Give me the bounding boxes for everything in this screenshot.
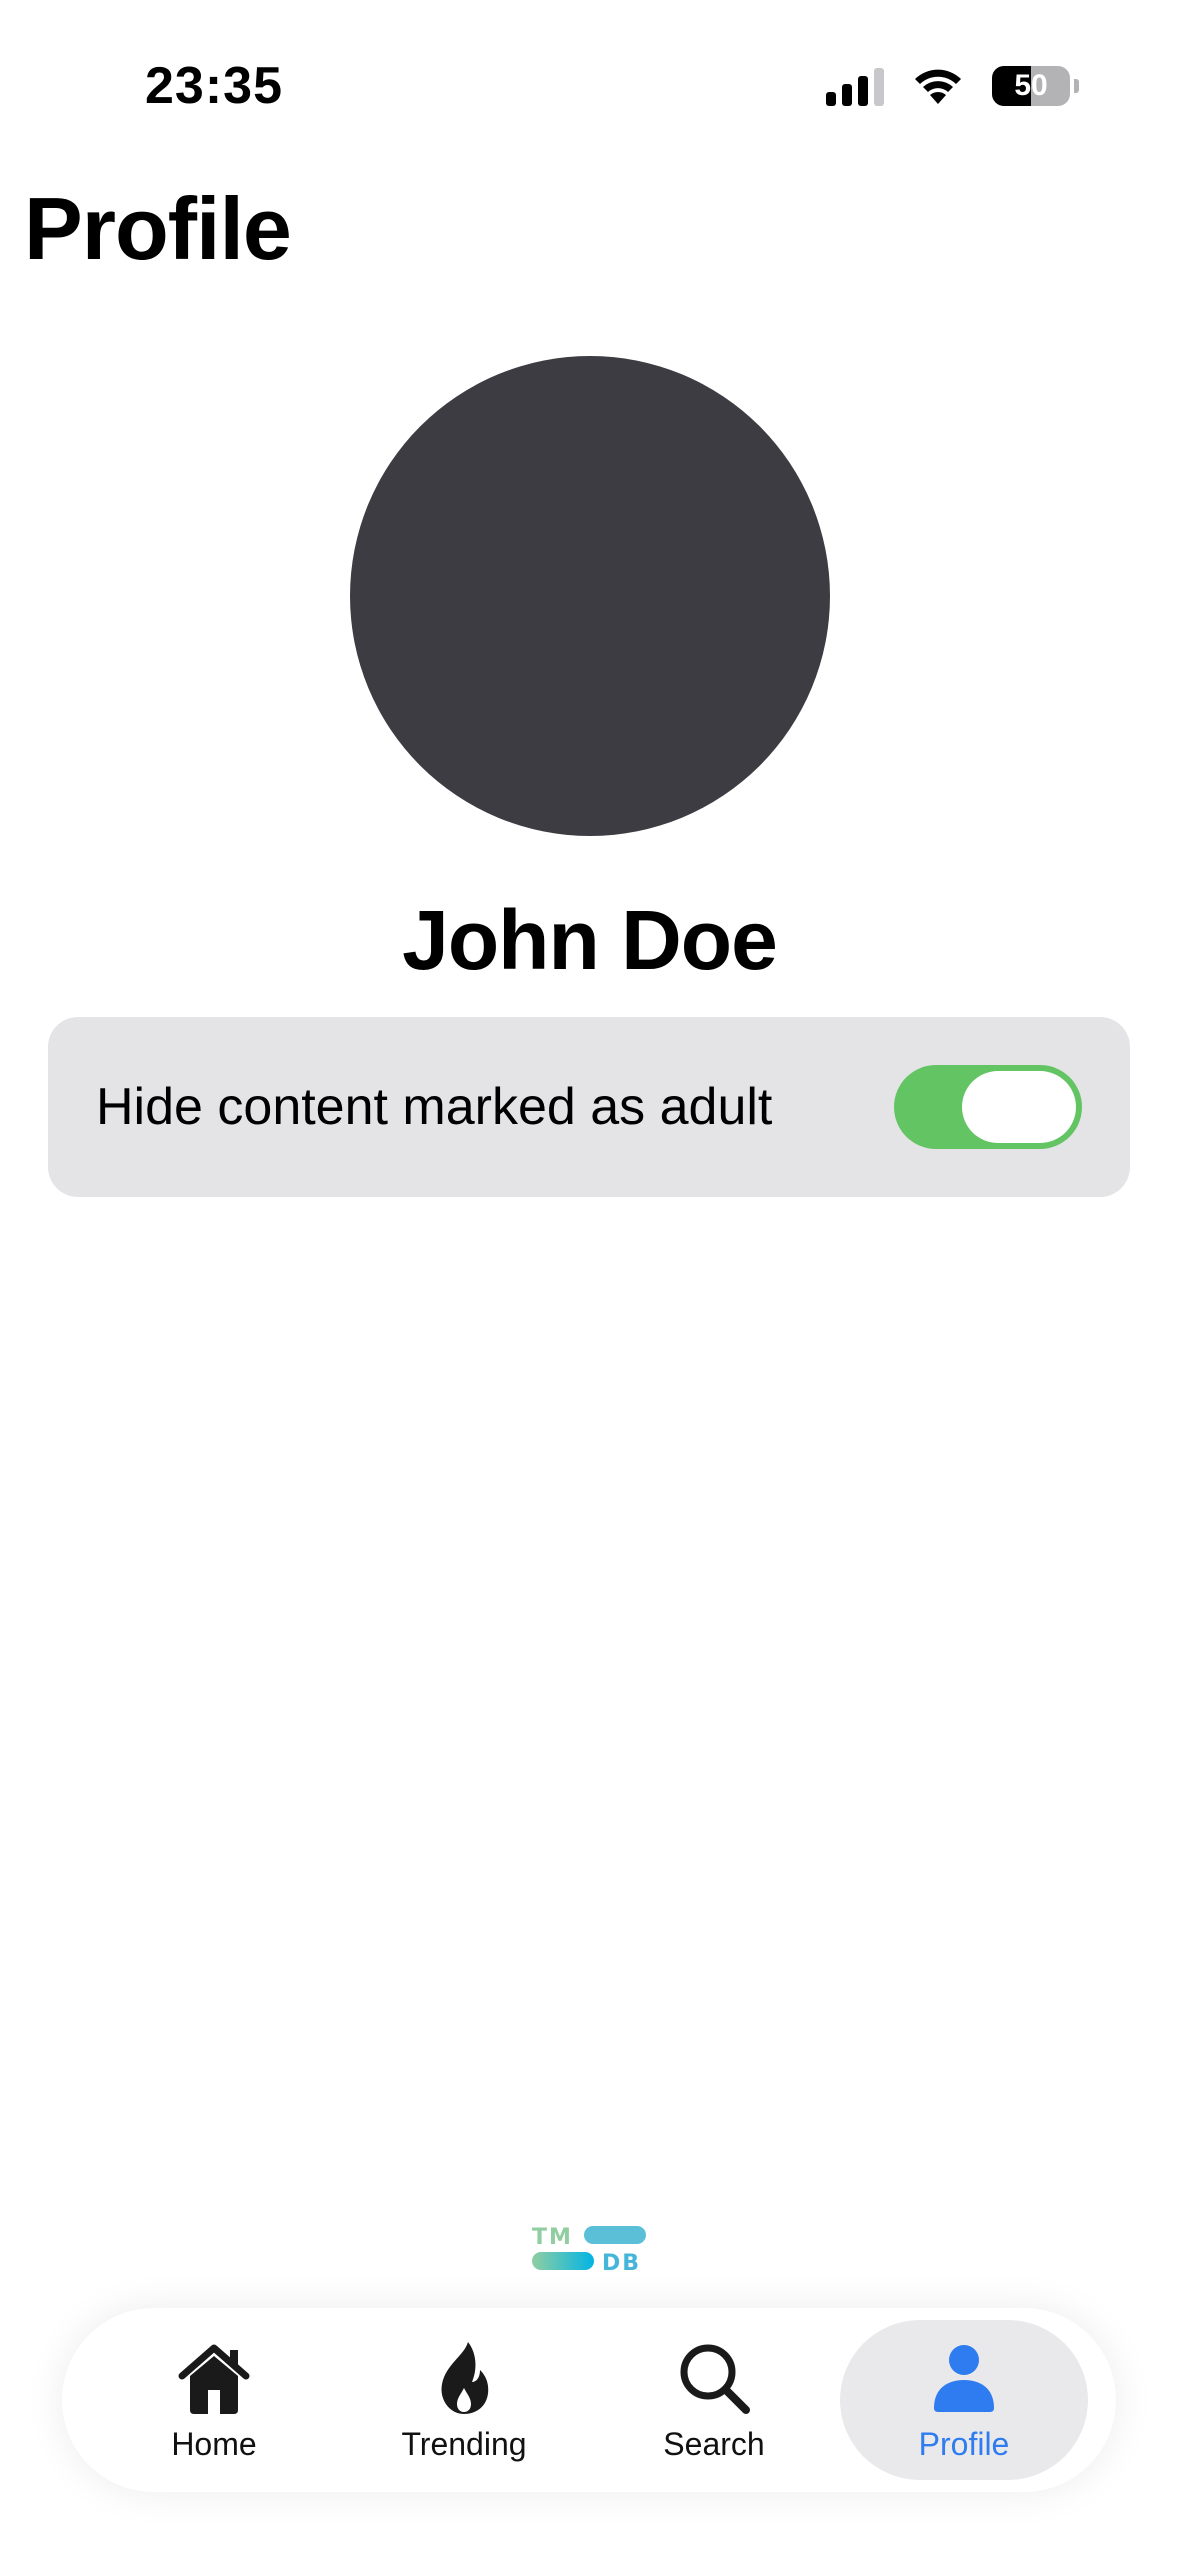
hide-adult-setting-row: Hide content marked as adult xyxy=(48,1017,1130,1197)
toggle-knob xyxy=(962,1071,1076,1143)
hide-adult-toggle[interactable] xyxy=(894,1065,1082,1149)
tab-search-label: Search xyxy=(663,2425,765,2462)
status-time: 23:35 xyxy=(145,57,283,115)
tmdb-logo: TM DB xyxy=(532,2225,646,2274)
wifi-icon xyxy=(915,69,961,104)
search-icon xyxy=(680,2344,750,2414)
page-title: Profile xyxy=(24,179,292,278)
tab-home-label: Home xyxy=(171,2425,257,2462)
battery-icon: 50 xyxy=(992,66,1070,106)
home-icon xyxy=(178,2344,250,2414)
tab-trending[interactable]: Trending xyxy=(340,2320,588,2480)
user-name: John Doe xyxy=(402,893,778,987)
tab-profile[interactable]: Profile xyxy=(840,2320,1088,2480)
hide-adult-label: Hide content marked as adult xyxy=(96,1078,773,1136)
status-indicators: 50 xyxy=(826,64,1079,108)
tab-profile-label: Profile xyxy=(918,2425,1010,2462)
tab-home[interactable]: Home xyxy=(90,2320,338,2480)
profile-screen: 23:35 50 Profile John Doe Hide content m… xyxy=(0,0,1179,2556)
tab-trending-label: Trending xyxy=(401,2425,527,2462)
tab-search[interactable]: Search xyxy=(590,2320,838,2480)
battery-level: 50 xyxy=(1014,69,1048,102)
person-icon xyxy=(934,2344,994,2412)
tab-bar: Home Trending Search Profile xyxy=(62,2308,1116,2492)
avatar[interactable] xyxy=(350,356,830,836)
tmdb-logo-top-text: TM xyxy=(532,2225,573,2250)
battery-cap xyxy=(1074,79,1079,93)
flame-icon xyxy=(441,2341,489,2414)
tmdb-logo-bottom-text: DB xyxy=(602,2251,641,2274)
cellular-signal-icon xyxy=(826,66,884,106)
